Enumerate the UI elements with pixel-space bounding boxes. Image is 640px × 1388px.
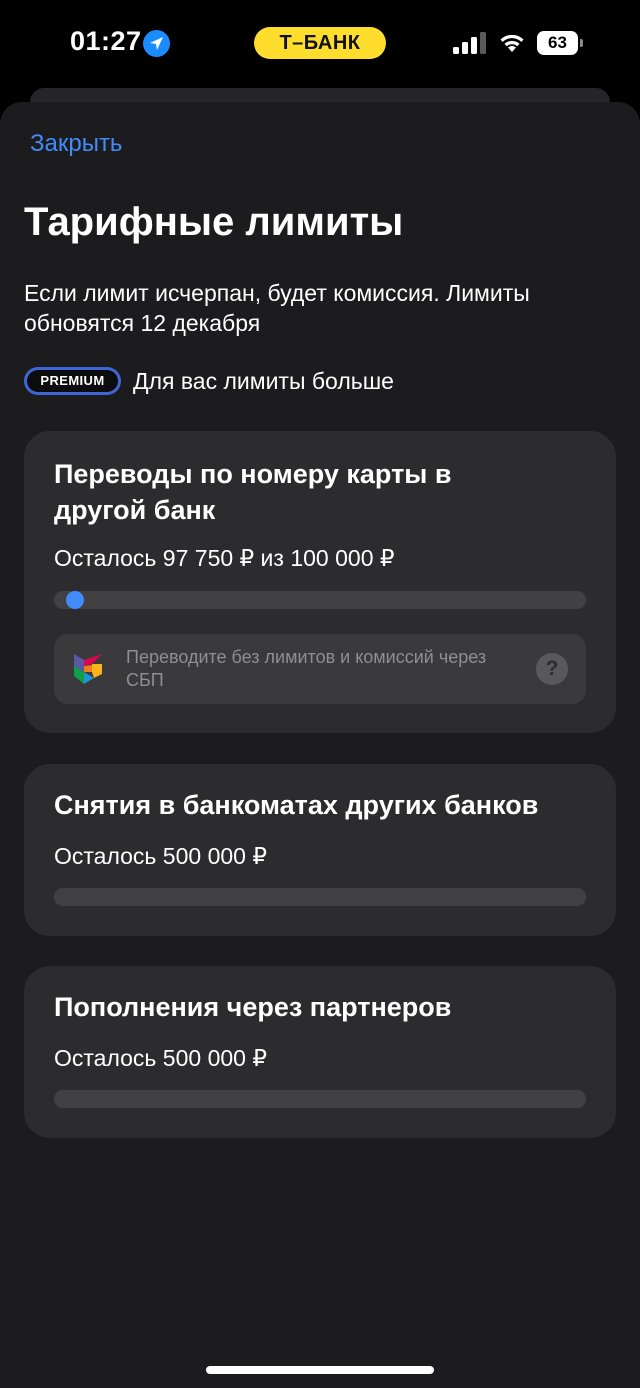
limit-progress-fill xyxy=(65,591,84,609)
page-title: Тарифные лимиты xyxy=(24,200,404,244)
sbp-hint-banner[interactable]: Переводите без лимитов и комиссий через … xyxy=(54,634,586,704)
sbp-logo-icon xyxy=(74,654,102,684)
limit-card-remaining: Осталось 500 000 ₽ xyxy=(54,1045,267,1071)
limit-card-title: Переводы по номеру карты в другой банк xyxy=(54,459,452,525)
limit-card-title: Снятия в банкоматах других банков xyxy=(54,790,539,820)
status-bar: 01:27 Т–БАНК 63 xyxy=(0,0,640,88)
status-time: 01:27 xyxy=(70,26,142,56)
limit-card-remaining: Осталось 500 000 ₽ xyxy=(54,843,267,869)
sbp-hint-text: Переводите без лимитов и комиссий через … xyxy=(126,647,487,690)
home-indicator[interactable] xyxy=(206,1366,434,1374)
question-icon[interactable]: ? xyxy=(536,653,568,685)
limit-progress-bar xyxy=(54,1090,586,1108)
cellular-signal-icon xyxy=(453,32,486,54)
limit-card-title: Пополнения через партнеров xyxy=(54,992,452,1022)
premium-badge: PREMIUM xyxy=(24,367,121,395)
bank-indicator-pill[interactable]: Т–БАНК xyxy=(254,27,386,59)
limit-progress-bar xyxy=(54,591,586,609)
limit-card-atm-withdrawals: Снятия в банкоматах других банков Остало… xyxy=(24,764,616,936)
limit-card-partner-topups: Пополнения через партнеров Осталось 500 … xyxy=(24,966,616,1138)
page-subtitle: Если лимит исчерпан, будет комиссия. Лим… xyxy=(24,280,530,336)
close-button[interactable]: Закрыть xyxy=(30,130,122,158)
battery-tip xyxy=(580,39,583,47)
premium-badge-label: PREMIUM xyxy=(27,370,118,392)
limit-card-card-transfers: Переводы по номеру карты в другой банк О… xyxy=(24,431,616,733)
battery-level: 63 xyxy=(537,31,578,55)
battery-icon: 63 xyxy=(537,31,583,55)
limit-card-remaining: Осталось 97 750 ₽ из 100 000 ₽ xyxy=(54,545,395,571)
location-arrow-icon xyxy=(143,30,170,57)
limit-progress-bar xyxy=(54,888,586,906)
premium-note: Для вас лимиты больше xyxy=(133,368,394,394)
wifi-icon xyxy=(500,34,524,52)
